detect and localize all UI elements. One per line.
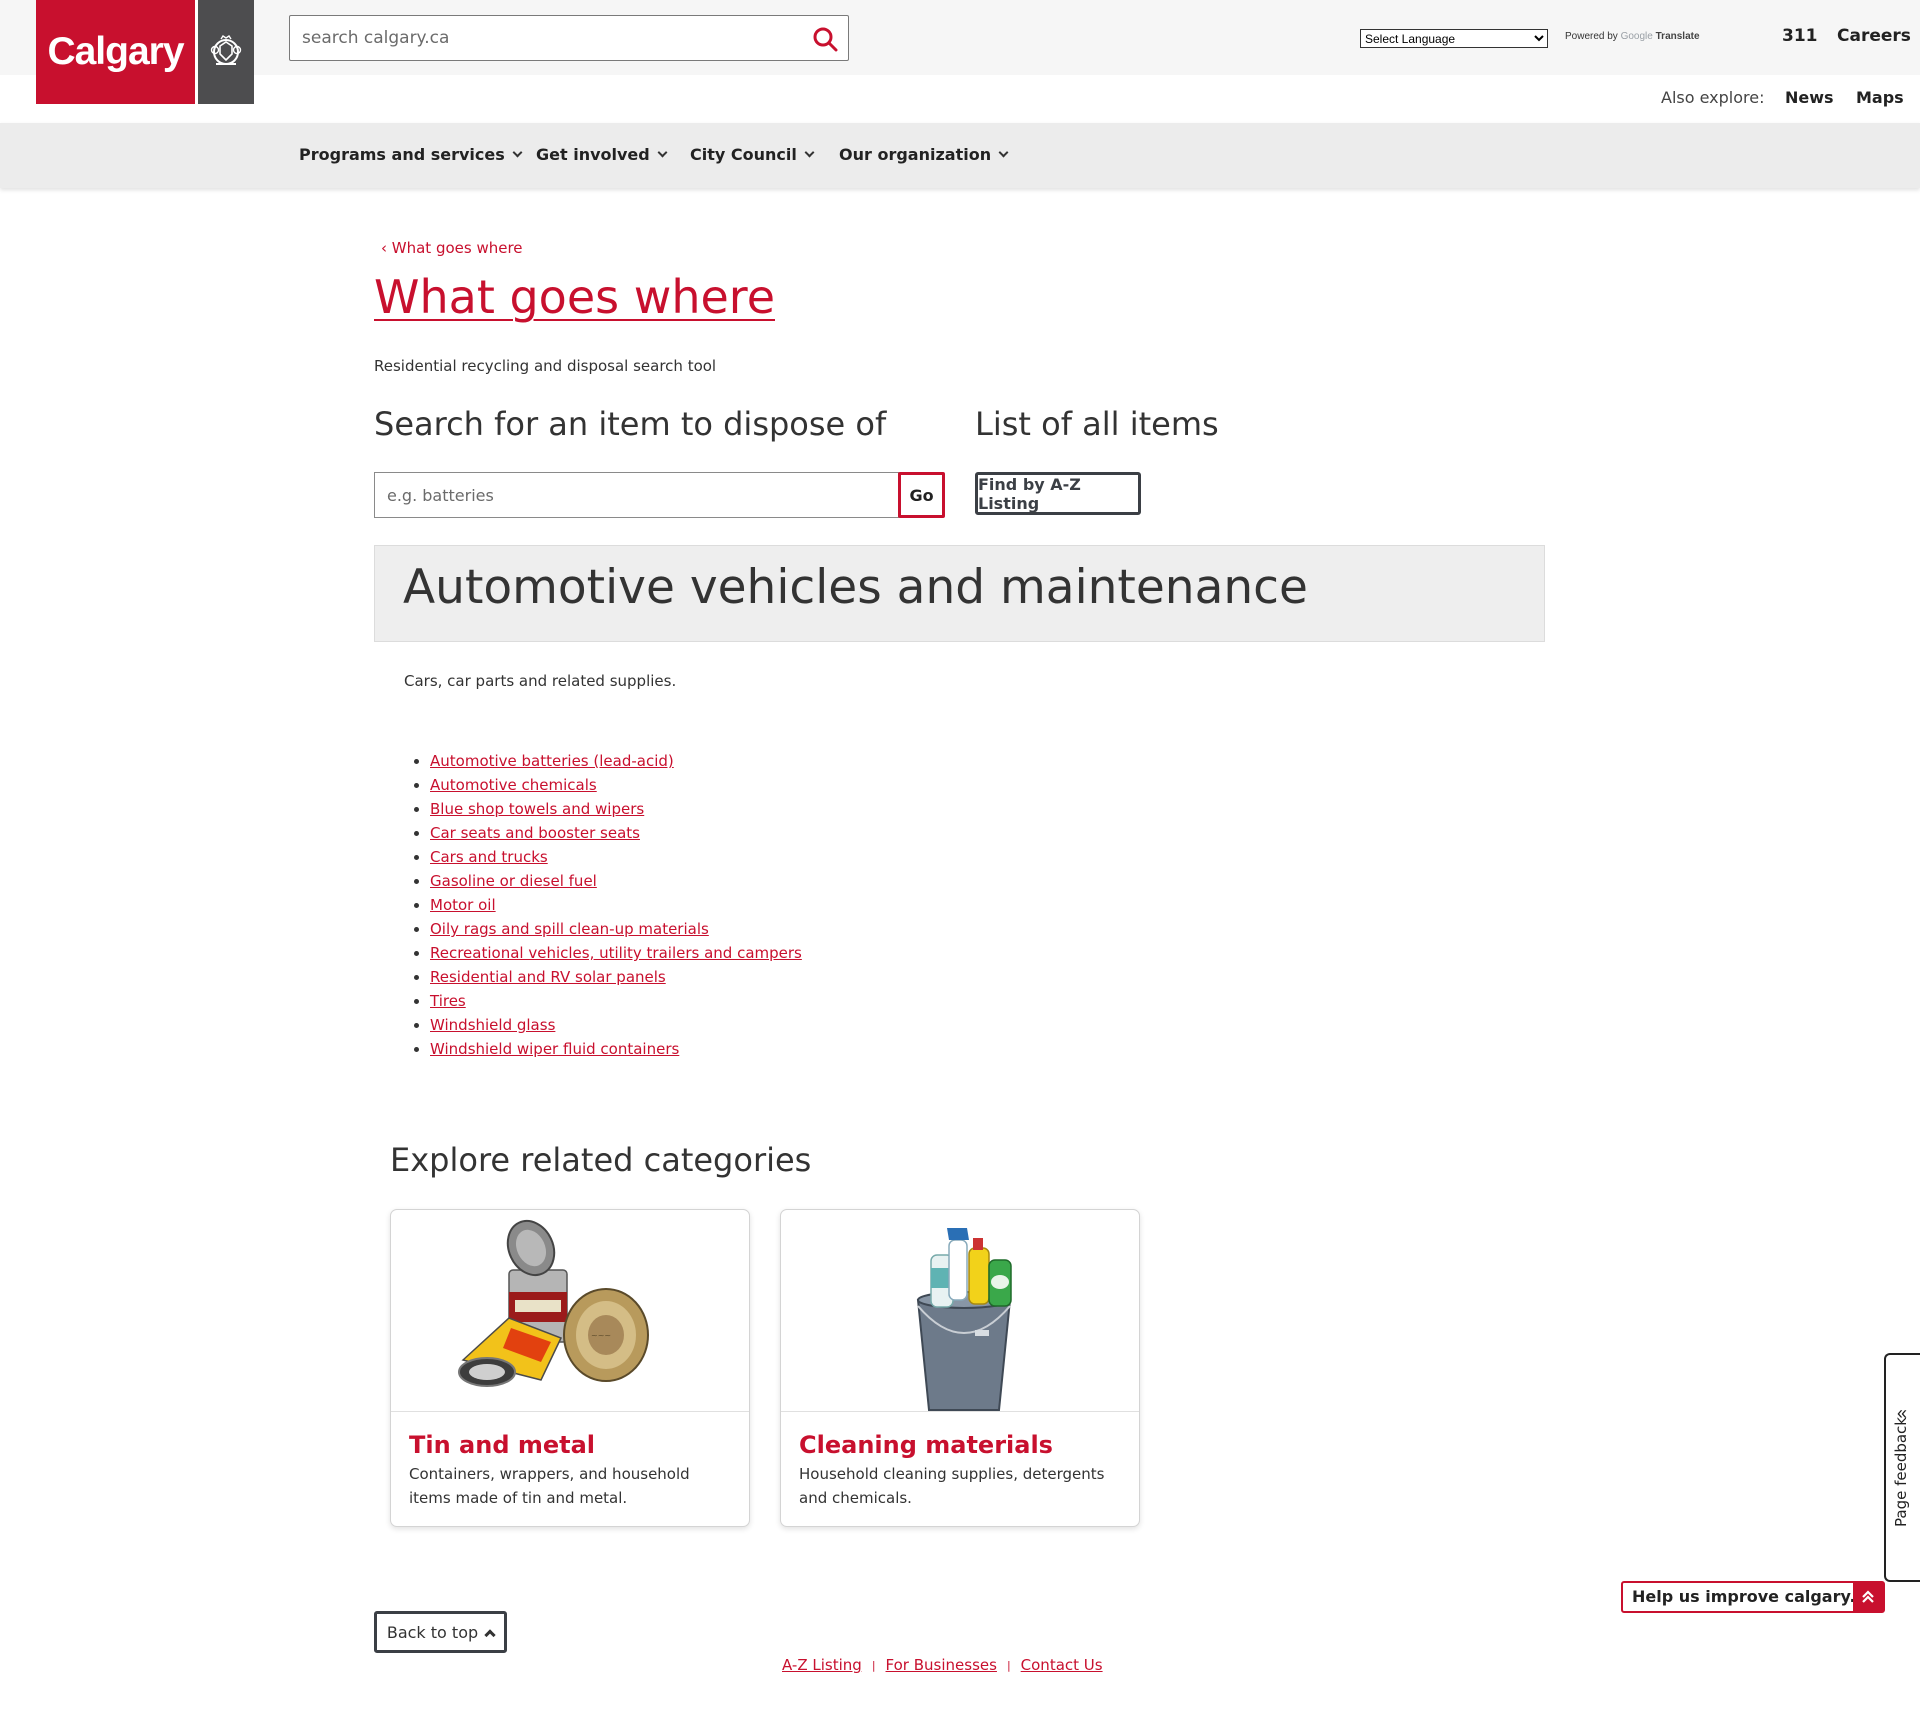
az-listing-button[interactable]: Find by A-Z Listing [975,472,1141,515]
google-logo: Google [1620,31,1653,42]
nav-get-involved[interactable]: Get involved [536,145,668,164]
chevron-down-icon [998,147,1009,158]
page-feedback-tab[interactable]: « Page feedback [1884,1353,1920,1582]
footer-links: A-Z Listing | For Businesses | Contact U… [782,1656,1103,1674]
list-item: Motor oil [430,893,802,917]
card-description: Household cleaning supplies, detergents … [799,1465,1105,1507]
item-link[interactable]: Car seats and booster seats [430,824,640,842]
util-link-311[interactable]: 311 [1782,26,1818,46]
item-link[interactable]: Automotive chemicals [430,776,597,794]
category-banner: Automotive vehicles and maintenance [374,545,1545,642]
chevron-down-icon [804,147,815,158]
util-link-careers[interactable]: Careers [1837,26,1911,46]
category-item-list: Automotive batteries (lead-acid) Automot… [430,749,802,1061]
page-feedback-label: Page feedback [1892,1417,1910,1527]
item-link[interactable]: Residential and RV solar panels [430,968,666,986]
item-link[interactable]: Windshield glass [430,1016,555,1034]
list-item: Car seats and booster seats [430,821,802,845]
chevron-left-icon: ‹ [381,239,392,257]
footer-link-az-listing[interactable]: A-Z Listing [782,1656,862,1674]
list-item: Recreational vehicles, utility trailers … [430,941,802,965]
search-icon[interactable] [810,24,840,54]
back-to-top-button[interactable]: Back to top [374,1611,507,1653]
site-search-input[interactable] [302,16,782,60]
page-subtitle: Residential recycling and disposal searc… [374,357,717,375]
item-link[interactable]: Automotive batteries (lead-acid) [430,752,674,770]
chevron-down-icon [512,147,523,158]
list-item: Gasoline or diesel fuel [430,869,802,893]
help-improve-label: Help us improve calgary.ca [1632,1587,1876,1606]
tin-cans-image: ~~~ [391,1210,749,1412]
list-item: Residential and RV solar panels [430,965,802,989]
link-separator: | [1006,1658,1011,1672]
nav-programs-and-services[interactable]: Programs and services [299,145,523,164]
cleaning-bucket-image [781,1210,1139,1412]
also-explore-label: Also explore: [1661,88,1765,107]
svg-text:~~~: ~~~ [591,1331,611,1340]
list-item: Windshield glass [430,1013,802,1037]
footer-link-for-businesses[interactable]: For Businesses [886,1656,997,1674]
site-search-box[interactable] [289,15,849,61]
item-search-input[interactable] [387,473,887,517]
list-item: Cars and trucks [430,845,802,869]
item-link[interactable]: Gasoline or diesel fuel [430,872,597,890]
item-link[interactable]: Windshield wiper fluid containers [430,1040,679,1058]
logo-wordmark-block: Calgary [36,0,195,104]
double-chevron-up-icon [1853,1583,1883,1611]
list-item: Blue shop towels and wipers [430,797,802,821]
footer-link-contact-us[interactable]: Contact Us [1021,1656,1103,1674]
main-navigation: Programs and services Get involved City … [0,123,1920,188]
item-link[interactable]: Cars and trucks [430,848,548,866]
also-explore-news[interactable]: News [1785,88,1834,107]
item-search-box[interactable] [374,472,899,518]
nav-city-council[interactable]: City Council [690,145,815,164]
google-translate-credit: Powered by Google Translate [1565,31,1700,42]
card-description: Containers, wrappers, and household item… [409,1465,690,1507]
card-title[interactable]: Tin and metal [409,1431,595,1459]
also-explore-maps[interactable]: Maps [1856,88,1904,107]
item-link[interactable]: Recreational vehicles, utility trailers … [430,944,802,962]
list-item: Windshield wiper fluid containers [430,1037,802,1061]
list-item: Oily rags and spill clean-up materials [430,917,802,941]
page-title[interactable]: What goes where [374,270,775,324]
list-item: Automotive batteries (lead-acid) [430,749,802,773]
chevron-up-icon [484,1628,496,1641]
card-title[interactable]: Cleaning materials [799,1431,1053,1459]
language-select[interactable]: Select Language [1360,29,1548,48]
item-link[interactable]: Tires [430,992,466,1010]
calgary-logo[interactable]: Calgary [36,0,254,104]
category-title: Automotive vehicles and maintenance [403,560,1308,615]
related-card-cleaning-materials[interactable]: Cleaning materials Household cleaning su… [780,1209,1140,1527]
item-link[interactable]: Blue shop towels and wipers [430,800,644,818]
search-heading: Search for an item to dispose of [374,405,887,443]
category-description: Cars, car parts and related supplies. [404,672,677,690]
help-improve-button[interactable]: Help us improve calgary.ca [1621,1581,1885,1613]
item-link[interactable]: Oily rags and spill clean-up materials [430,920,709,938]
item-link[interactable]: Motor oil [430,896,496,914]
list-item: Automotive chemicals [430,773,802,797]
related-card-tin-metal[interactable]: ~~~ Tin and metal Containers, wrappers, … [390,1209,750,1527]
logo-wordmark: Calgary [47,30,184,73]
breadcrumb[interactable]: ‹ What goes where [381,239,523,257]
chevron-down-icon [657,147,668,158]
list-heading: List of all items [975,405,1219,443]
nav-our-organization[interactable]: Our organization [839,145,1009,164]
go-button[interactable]: Go [898,472,945,518]
list-item: Tires [430,989,802,1013]
link-separator: | [871,1658,876,1672]
city-crest-icon [198,0,254,104]
related-heading: Explore related categories [390,1141,812,1179]
